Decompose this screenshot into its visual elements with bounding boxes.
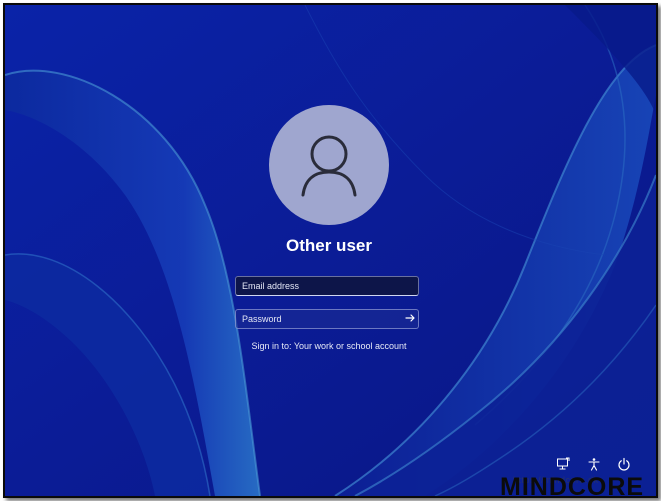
mindcore-logo: MINDCORE — [500, 473, 645, 501]
user-avatar — [269, 105, 389, 225]
email-field[interactable] — [235, 276, 419, 296]
network-icon[interactable] — [556, 457, 570, 471]
power-icon[interactable] — [617, 457, 631, 471]
arrow-right-icon[interactable] — [403, 311, 417, 325]
sign-in-target-text: Sign in to: Your work or school account — [251, 341, 407, 351]
login-screen: Other user Sign in to: Your work or scho… — [3, 3, 658, 498]
user-name: Other user — [286, 236, 372, 255]
person-icon — [301, 135, 357, 197]
accessibility-icon[interactable] — [587, 457, 601, 471]
password-field[interactable] — [235, 309, 419, 329]
